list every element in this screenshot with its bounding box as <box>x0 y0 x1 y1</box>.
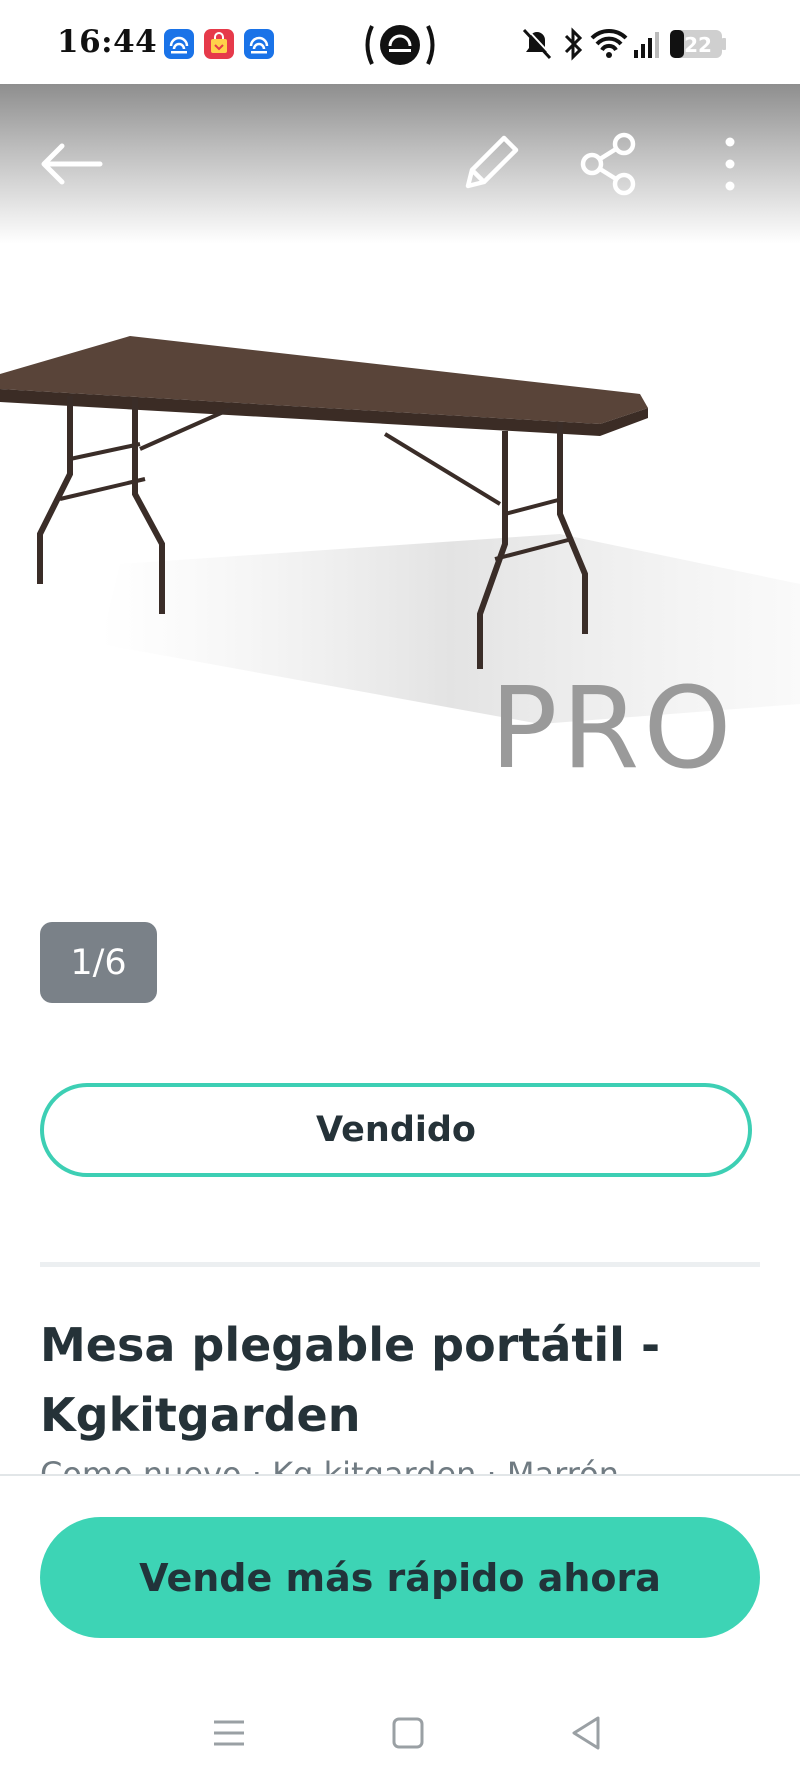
system-icons: 22 <box>520 24 760 64</box>
arrow-left-icon <box>41 143 103 185</box>
folding-table-image <box>0 336 800 724</box>
wifi-app-icon <box>164 29 194 59</box>
toolbar-gradient <box>0 84 800 244</box>
listing-title: Mesa plegable portátil - Kgkitgarden <box>40 1318 661 1442</box>
bell-muted-icon <box>522 27 553 60</box>
shopping-bag-icon <box>204 29 234 59</box>
svg-text:22: 22 <box>684 33 712 57</box>
home-square-icon[interactable] <box>383 1708 433 1758</box>
share-button[interactable] <box>568 124 648 204</box>
wifi-app-icon <box>244 29 274 59</box>
more-vertical-icon <box>725 137 735 191</box>
signal-icon <box>634 32 659 58</box>
listing-subtitle: Como nuevo · Kg kitgarden · Marrón <box>40 1455 619 1474</box>
product-image-gallery[interactable]: PRO <box>0 84 800 884</box>
section-divider <box>40 1262 760 1267</box>
menu-icon[interactable] <box>204 1708 254 1758</box>
pencil-icon <box>465 135 519 189</box>
share-icon <box>580 132 636 196</box>
system-nav-bar <box>0 1680 800 1786</box>
bluetooth-icon <box>564 27 583 61</box>
edit-button[interactable] <box>448 124 528 204</box>
more-button[interactable] <box>690 124 770 204</box>
sell-faster-button[interactable]: Vende más rápido ahora <box>40 1517 760 1638</box>
sold-status-button[interactable]: Vendido <box>40 1083 752 1177</box>
watermark: PRO <box>490 664 736 794</box>
status-time: 16:44 <box>57 24 158 60</box>
back-triangle-icon[interactable] <box>562 1708 612 1758</box>
image-counter: 1/6 <box>40 922 157 1003</box>
hotspot-icon <box>362 20 438 74</box>
back-button[interactable] <box>30 124 110 204</box>
status-bar: 16:44 22 <box>0 0 800 84</box>
wifi-icon <box>590 28 628 58</box>
battery-icon: 22 <box>670 30 726 58</box>
